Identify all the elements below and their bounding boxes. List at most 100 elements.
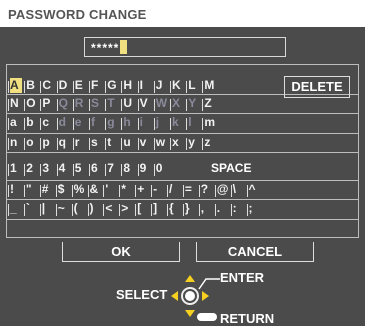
key-B[interactable]: B <box>24 78 38 93</box>
key-t[interactable]: t <box>105 135 119 150</box>
key-symbol[interactable]: @ <box>214 182 229 197</box>
key-y[interactable]: y <box>186 135 200 150</box>
ok-button[interactable]: OK <box>62 242 180 262</box>
key-Z[interactable]: Z <box>202 96 216 111</box>
key-G[interactable]: G <box>105 78 119 93</box>
key-E[interactable]: E <box>72 78 87 93</box>
key-c[interactable]: c <box>40 115 54 130</box>
key-2[interactable]: 2 <box>24 161 38 176</box>
key-9[interactable]: 9 <box>137 161 152 176</box>
key-symbol[interactable]: * <box>119 182 133 197</box>
key-f[interactable]: f <box>89 115 103 130</box>
keyboard-row-divider <box>6 113 359 114</box>
key-5[interactable]: 5 <box>72 161 87 176</box>
key-symbol[interactable]: > <box>119 201 133 216</box>
key-J[interactable]: J <box>153 78 168 93</box>
key-symbol[interactable]: ! <box>8 182 22 197</box>
key-3[interactable]: 3 <box>40 161 54 176</box>
key-P[interactable]: P <box>40 96 54 111</box>
key-L[interactable]: L <box>186 78 200 93</box>
key-m[interactable]: m <box>202 115 216 130</box>
key-symbol[interactable]: # <box>39 182 54 197</box>
key-symbol[interactable]: ) <box>87 201 102 216</box>
key-i[interactable]: i <box>137 115 152 130</box>
key-S[interactable]: S <box>89 96 103 111</box>
key-symbol[interactable]: . <box>214 201 229 216</box>
key-s[interactable]: s <box>89 135 103 150</box>
key-z[interactable]: z <box>202 135 216 150</box>
key-a[interactable]: a <box>8 115 22 130</box>
key-w[interactable]: w <box>153 135 168 150</box>
key-C[interactable]: C <box>40 78 54 93</box>
key-D[interactable]: D <box>56 78 71 93</box>
key-O[interactable]: O <box>24 96 38 111</box>
key-0[interactable]: 0 <box>153 161 168 176</box>
key-x[interactable]: x <box>170 135 184 150</box>
key-symbol[interactable]: _ <box>8 201 22 216</box>
key-1[interactable]: 1 <box>8 161 22 176</box>
key-symbol[interactable]: , <box>198 201 213 216</box>
key-symbol[interactable]: + <box>135 182 149 197</box>
key-l[interactable]: l <box>186 115 200 130</box>
key-o[interactable]: o <box>24 135 38 150</box>
key-W[interactable]: W <box>153 96 168 111</box>
key-j[interactable]: j <box>153 115 168 130</box>
key-symbol[interactable]: - <box>151 182 165 197</box>
key-p[interactable]: p <box>40 135 54 150</box>
key-symbol[interactable]: ^ <box>246 182 261 197</box>
cancel-button[interactable]: CANCEL <box>196 242 314 262</box>
key-symbol[interactable]: & <box>87 182 102 197</box>
key-g[interactable]: g <box>105 115 119 130</box>
key-Y[interactable]: Y <box>186 96 200 111</box>
password-field[interactable]: ***** <box>84 37 286 57</box>
key-v[interactable]: v <box>137 135 152 150</box>
key-q[interactable]: q <box>56 135 71 150</box>
key-F[interactable]: F <box>89 78 103 93</box>
key-d[interactable]: d <box>56 115 71 130</box>
key-symbol[interactable]: = <box>182 182 197 197</box>
key-K[interactable]: K <box>170 78 184 93</box>
key-symbol[interactable]: " <box>23 182 38 197</box>
key-T[interactable]: T <box>105 96 119 111</box>
key-N[interactable]: N <box>8 96 22 111</box>
key-h[interactable]: h <box>121 115 135 130</box>
key-symbol[interactable]: | <box>39 201 54 216</box>
delete-button[interactable]: DELETE <box>284 76 350 98</box>
key-symbol[interactable]: ' <box>103 182 117 197</box>
key-4[interactable]: 4 <box>56 161 71 176</box>
key-symbol[interactable]: [ <box>135 201 149 216</box>
key-symbol[interactable]: \ <box>230 182 245 197</box>
key-symbol[interactable]: ] <box>151 201 165 216</box>
key-X[interactable]: X <box>170 96 184 111</box>
key-I[interactable]: I <box>137 78 152 93</box>
key-8[interactable]: 8 <box>121 161 135 176</box>
key-symbol[interactable]: ( <box>71 201 86 216</box>
key-symbol[interactable]: < <box>103 201 117 216</box>
key-M[interactable]: M <box>202 78 216 93</box>
key-symbol[interactable]: ? <box>198 182 213 197</box>
key-A[interactable]: A <box>8 78 22 93</box>
key-symbol[interactable]: : <box>230 201 245 216</box>
key-b[interactable]: b <box>24 115 38 130</box>
space-key[interactable]: SPACE <box>211 161 266 176</box>
key-symbol[interactable]: { <box>167 201 181 216</box>
key-symbol[interactable]: ` <box>23 201 38 216</box>
key-symbol[interactable]: $ <box>55 182 70 197</box>
key-symbol[interactable]: % <box>71 182 86 197</box>
key-symbol[interactable]: ; <box>246 201 261 216</box>
key-Q[interactable]: Q <box>56 96 71 111</box>
key-H[interactable]: H <box>121 78 135 93</box>
key-symbol[interactable]: / <box>167 182 181 197</box>
key-n[interactable]: n <box>8 135 22 150</box>
key-k[interactable]: k <box>170 115 184 130</box>
key-e[interactable]: e <box>72 115 87 130</box>
key-u[interactable]: u <box>121 135 135 150</box>
key-V[interactable]: V <box>137 96 152 111</box>
key-r[interactable]: r <box>72 135 87 150</box>
key-6[interactable]: 6 <box>89 161 103 176</box>
key-U[interactable]: U <box>121 96 135 111</box>
key-7[interactable]: 7 <box>105 161 119 176</box>
key-symbol[interactable]: } <box>182 201 197 216</box>
key-R[interactable]: R <box>72 96 87 111</box>
key-symbol[interactable]: ~ <box>55 201 70 216</box>
